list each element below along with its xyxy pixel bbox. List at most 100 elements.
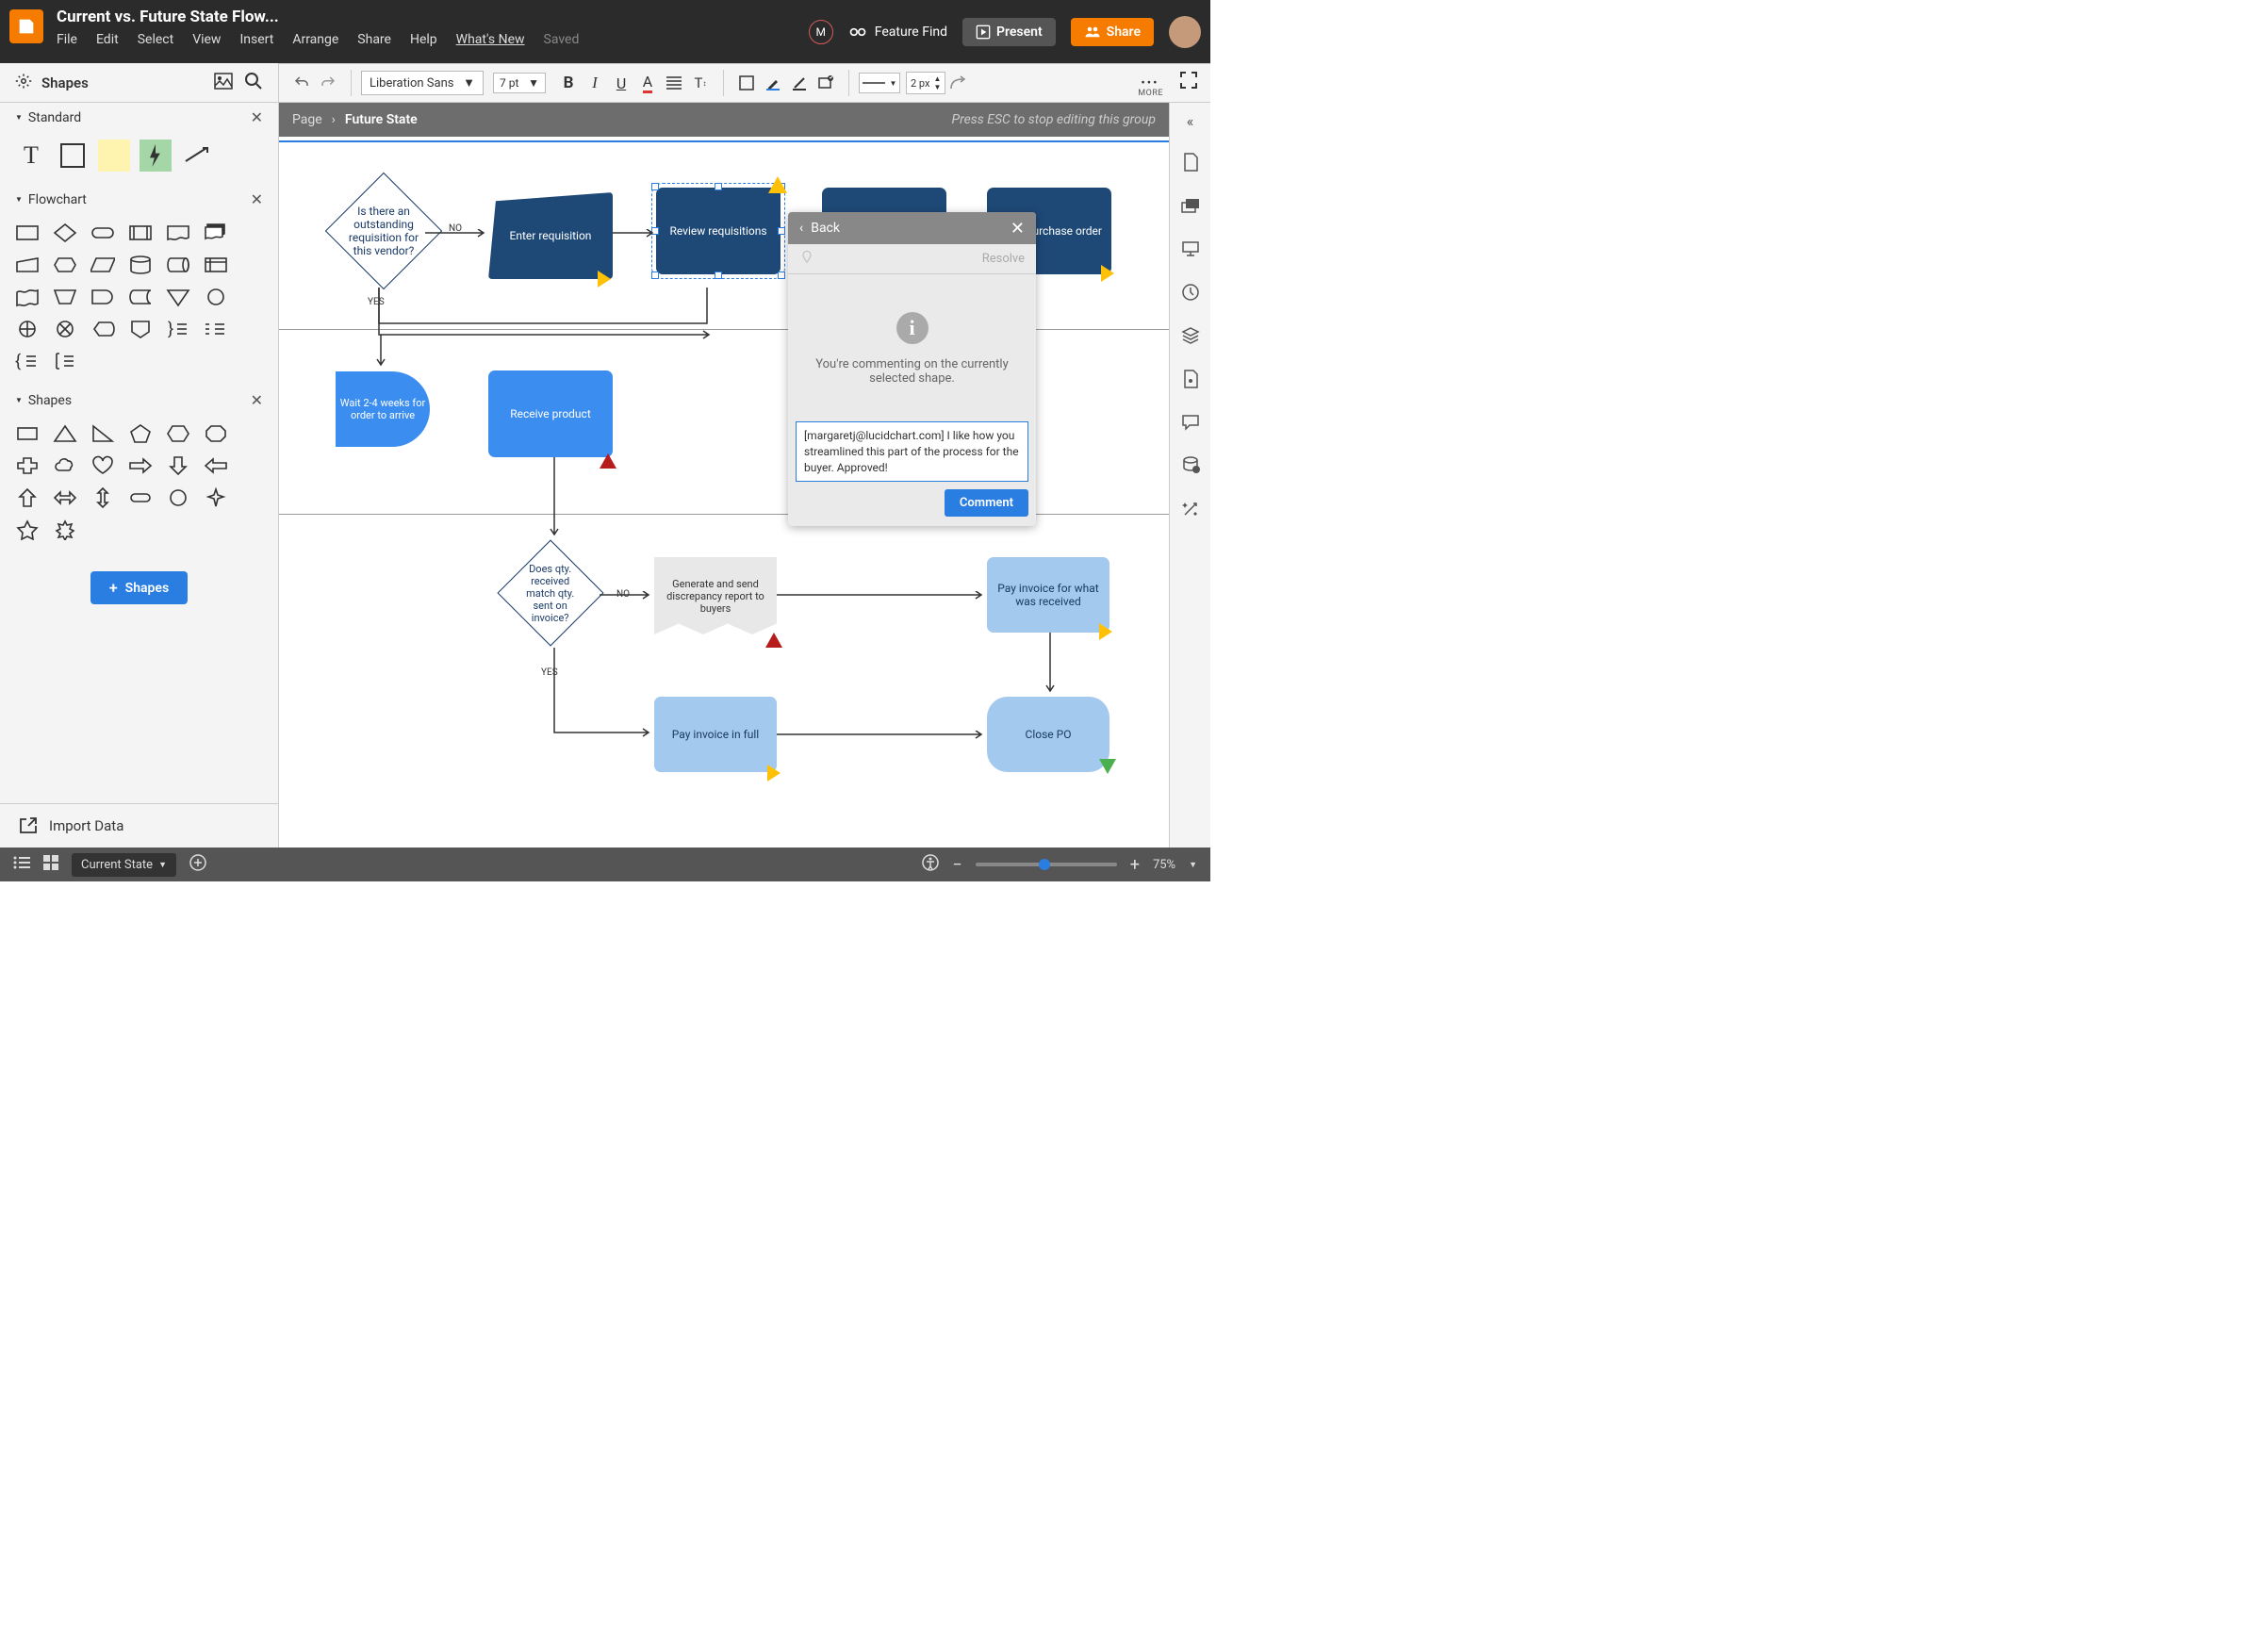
menu-insert[interactable]: Insert <box>239 32 273 47</box>
connector-shape[interactable] <box>198 282 234 312</box>
history-icon[interactable] <box>1179 281 1202 304</box>
grid-view-icon[interactable] <box>43 855 58 874</box>
shape-options-button[interactable] <box>813 70 839 96</box>
decision-shape[interactable] <box>47 218 83 248</box>
present-button[interactable]: Present <box>962 18 1056 46</box>
star-shape-4[interactable] <box>198 483 234 513</box>
align-button[interactable] <box>661 70 687 96</box>
preparation-shape[interactable] <box>47 250 83 280</box>
menu-view[interactable]: View <box>192 32 221 47</box>
triangle-shape[interactable] <box>47 419 83 449</box>
enter-requisition[interactable]: Enter requisition <box>488 192 613 279</box>
line-color-button[interactable] <box>786 70 813 96</box>
data-icon[interactable] <box>1179 454 1202 477</box>
menu-select[interactable]: Select <box>138 32 173 47</box>
bracket-shape[interactable] <box>47 346 83 376</box>
hotspot-tool[interactable] <box>140 140 172 172</box>
underline-button[interactable]: U <box>608 70 634 96</box>
receive-product[interactable]: Receive product <box>488 370 613 457</box>
gear-icon[interactable] <box>15 73 32 93</box>
delay-shape[interactable] <box>85 282 121 312</box>
multidoc-shape[interactable] <box>198 218 234 248</box>
collapse-icon[interactable]: « <box>1187 112 1194 130</box>
brace-left-shape[interactable]: } <box>160 314 196 344</box>
text-tool[interactable]: T <box>15 140 47 172</box>
block-tool[interactable] <box>57 140 89 172</box>
redo-button[interactable] <box>315 70 341 96</box>
document-title[interactable]: Current vs. Future State Flow... <box>57 8 809 26</box>
italic-button[interactable]: I <box>582 70 608 96</box>
back-label[interactable]: Back <box>811 221 840 236</box>
present-icon[interactable] <box>1179 238 1202 260</box>
user-avatar[interactable] <box>1169 16 1201 48</box>
arrow-up-shape[interactable] <box>9 483 45 513</box>
add-shapes-button[interactable]: +Shapes <box>90 571 188 604</box>
zoom-slider[interactable] <box>976 863 1117 866</box>
terminator-shape[interactable] <box>85 218 121 248</box>
zoom-value[interactable]: 75% <box>1153 858 1175 872</box>
share-button[interactable]: Share <box>1071 18 1154 46</box>
font-size-select[interactable]: 7 pt▼ <box>493 73 546 93</box>
layers-icon[interactable] <box>1179 324 1202 347</box>
canvas[interactable]: Is there an outstanding requisition for … <box>279 137 1169 848</box>
arrow-down-shape[interactable] <box>160 451 196 481</box>
stored-data-shape[interactable] <box>123 282 158 312</box>
brace-right-shape[interactable]: { <box>9 346 45 376</box>
line-arrow-button[interactable] <box>945 70 972 96</box>
close-icon[interactable]: ✕ <box>251 190 263 208</box>
note-shape[interactable] <box>198 314 234 344</box>
sum-shape[interactable] <box>47 314 83 344</box>
group-standard[interactable]: ▼Standard✕ <box>0 103 278 132</box>
list-view-icon[interactable] <box>13 856 30 873</box>
process-shape[interactable] <box>9 218 45 248</box>
merge-shape[interactable] <box>160 282 196 312</box>
star-shape-6[interactable] <box>47 515 83 545</box>
slides-icon[interactable] <box>1179 194 1202 217</box>
comment-input[interactable]: [margaretj@lucidchart.com] I like how yo… <box>796 421 1028 482</box>
wait-delay[interactable]: Wait 2-4 weeks for order to arrive <box>336 371 430 447</box>
text-direction-button[interactable]: T↕ <box>687 70 714 96</box>
line-style-select[interactable]: ▼ <box>859 73 900 93</box>
group-flowchart[interactable]: ▼Flowchart✕ <box>0 185 278 214</box>
search-icon[interactable] <box>244 72 263 94</box>
close-po[interactable]: Close PO <box>987 697 1109 772</box>
bold-button[interactable]: B <box>555 70 582 96</box>
review-requisitions[interactable]: Review requisitions <box>656 188 781 274</box>
close-icon[interactable]: ✕ <box>251 391 263 409</box>
line-width-select[interactable]: 2 px▲▼ <box>906 72 945 94</box>
page-select[interactable]: Current State▼ <box>72 853 176 877</box>
document-shape[interactable] <box>160 218 196 248</box>
database-shape[interactable] <box>123 250 158 280</box>
resolve-button[interactable]: Resolve <box>982 252 1025 266</box>
right-triangle-shape[interactable] <box>85 419 121 449</box>
feature-find[interactable]: Feature Find <box>848 23 947 41</box>
heart-shape[interactable] <box>85 451 121 481</box>
manual-input-shape[interactable] <box>9 250 45 280</box>
add-page-button[interactable] <box>189 854 206 875</box>
rectangle-shape[interactable] <box>9 419 45 449</box>
or-shape[interactable] <box>9 314 45 344</box>
menu-share[interactable]: Share <box>357 32 391 47</box>
menu-whatsnew[interactable]: What's New <box>456 32 525 47</box>
image-icon[interactable] <box>214 73 233 93</box>
breadcrumb-current[interactable]: Future State <box>345 112 418 127</box>
manual-op-shape[interactable] <box>47 282 83 312</box>
font-select[interactable]: Liberation Sans▼ <box>361 71 484 95</box>
cross-shape[interactable] <box>9 451 45 481</box>
hexagon-shape[interactable] <box>160 419 196 449</box>
rounded-rect-shape[interactable] <box>123 483 158 513</box>
double-arrow-v-shape[interactable] <box>85 483 121 513</box>
menu-file[interactable]: File <box>57 32 77 47</box>
offpage-shape[interactable] <box>123 314 158 344</box>
close-icon[interactable]: ✕ <box>251 108 263 126</box>
directdata-shape[interactable] <box>160 250 196 280</box>
pentagon-shape[interactable] <box>123 419 158 449</box>
comment-submit-button[interactable]: Comment <box>945 489 1028 517</box>
internal-storage-shape[interactable] <box>198 250 234 280</box>
menu-edit[interactable]: Edit <box>96 32 119 47</box>
discrepancy-report[interactable]: Generate and send discrepancy report to … <box>654 557 777 634</box>
fullscreen-button[interactable] <box>1180 72 1197 92</box>
circle-shape[interactable] <box>160 483 196 513</box>
app-logo[interactable] <box>9 9 43 43</box>
close-icon[interactable]: ✕ <box>1011 219 1025 239</box>
